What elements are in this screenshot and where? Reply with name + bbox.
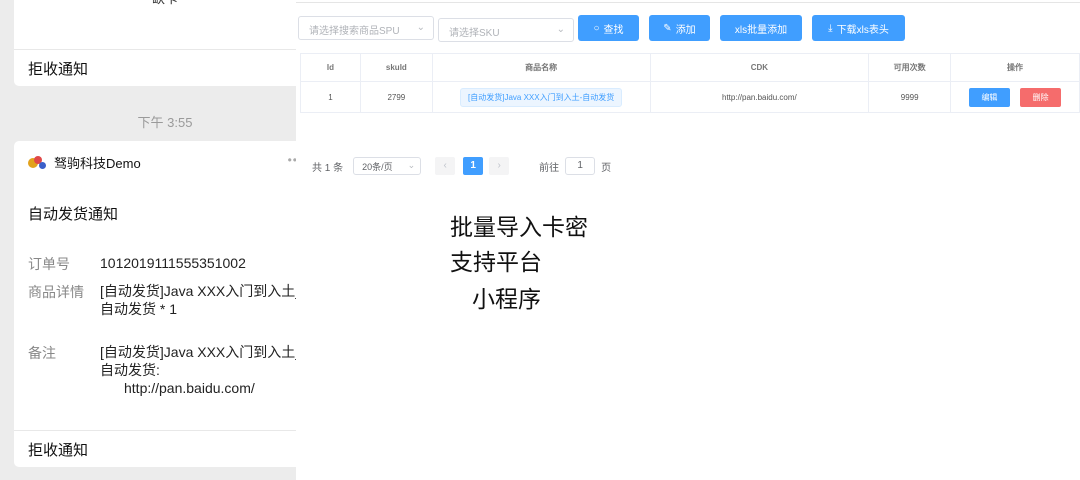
batch-add-button[interactable]: xls批量添加 <box>720 15 802 41</box>
prev-page-button[interactable]: ‹ <box>435 157 456 175</box>
cdk-admin-panel: 请选择搜索商品SPU ⌄ 请选择SKU ⌄ ○ 查找 ✎ 添加 xls批量添加 … <box>296 0 1080 480</box>
chevron-down-icon: ⌄ <box>407 160 416 170</box>
brand-logo-icon <box>28 155 48 170</box>
edit-icon: ✎ <box>663 22 672 34</box>
cell-id: 1 <box>300 81 361 113</box>
download-button-label: 下载xls表头 <box>836 24 889 36</box>
goto-page-input[interactable]: 1 <box>565 157 596 175</box>
divider <box>296 2 1080 3</box>
detail-label: 商品详情 <box>28 284 84 300</box>
previous-message-text: 缺卡 <box>14 0 316 7</box>
column-header-cdk: CDK <box>650 53 870 82</box>
note-value: [自动发货]Java XXX入门到入土_自动发货: http://pan.bai… <box>100 343 310 397</box>
brand-name: 驽驹科技Demo <box>54 156 141 171</box>
edit-button[interactable]: 编辑 <box>968 87 1010 107</box>
page-size-value: 20条/页 <box>362 162 393 172</box>
column-header-count: 可用次数 <box>868 53 952 82</box>
order-label: 订单号 <box>28 256 70 272</box>
pagination-total: 共 1 条 <box>312 162 344 174</box>
overlay-caption-line-3: 小程序 <box>472 286 541 312</box>
page-number-current[interactable]: 1 <box>463 157 484 175</box>
column-header-actions: 操作 <box>950 53 1080 82</box>
service-notice-card: 驽驹科技Demo •• 自动发货通知 订单号 10120191115553510… <box>14 141 316 467</box>
cell-count: 9999 <box>868 81 952 113</box>
notice-title: 自动发货通知 <box>28 206 119 223</box>
batch-add-button-label: xls批量添加 <box>734 24 788 36</box>
download-template-button[interactable]: ⤓ 下载xls表头 <box>812 15 905 41</box>
divider <box>14 430 316 431</box>
divider <box>14 49 316 50</box>
cdk-table: Id skuId 商品名称 CDK 可用次数 操作 1 2799 [自动发货]J… <box>300 53 1080 113</box>
overlay-caption-line-2: 支持平台 <box>450 249 542 275</box>
message-timestamp: 下午 3:55 <box>137 115 193 130</box>
card-header: 驽驹科技Demo <box>28 153 141 172</box>
page: 缺卡 拒收通知 下午 3:55 驽驹科技Demo •• 自动发货通知 订单号 1… <box>0 0 1080 480</box>
column-header-name: 商品名称 <box>432 53 651 82</box>
chevron-down-icon: ⌄ <box>416 22 425 33</box>
delete-button[interactable]: 删除 <box>1020 87 1062 107</box>
page-size-select[interactable]: 20条/页 ⌄ <box>353 157 422 175</box>
table-header-row: Id skuId 商品名称 CDK 可用次数 操作 <box>300 53 1080 82</box>
chat-panel: 缺卡 拒收通知 下午 3:55 驽驹科技Demo •• 自动发货通知 订单号 1… <box>0 0 330 480</box>
product-name-tag: [自动发货]Java XXX入门到入土-自动发货 <box>460 87 623 107</box>
add-button-label: 添加 <box>675 24 696 36</box>
previous-message-card: 缺卡 拒收通知 <box>14 0 316 86</box>
reject-notice-link[interactable]: 拒收通知 <box>28 58 88 79</box>
order-value: 1012019111555351002 <box>100 255 246 271</box>
note-line-1: [自动发货]Java XXX入门到入土_自动发货: <box>100 344 304 378</box>
search-button-label: 查找 <box>603 24 624 36</box>
overlay-caption-line-1: 批量导入卡密 <box>450 214 588 240</box>
cell-skuid: 2799 <box>360 81 433 113</box>
detail-value: [自动发货]Java XXX入门到入土_自动发货 * 1 <box>100 283 304 317</box>
page-suffix: 页 <box>601 162 612 174</box>
column-header-id: Id <box>300 53 361 82</box>
search-icon: ○ <box>593 22 600 34</box>
goto-label: 前往 <box>539 162 560 174</box>
sku-select-placeholder: 请选择SKU <box>449 28 500 39</box>
add-button[interactable]: ✎ 添加 <box>649 15 710 41</box>
table-row: 1 2799 [自动发货]Java XXX入门到入土-自动发货 http://p… <box>300 81 1080 113</box>
note-label: 备注 <box>28 345 56 361</box>
search-button[interactable]: ○ 查找 <box>578 15 639 41</box>
chevron-down-icon: ⌄ <box>556 24 565 35</box>
spu-select-placeholder: 请选择搜索商品SPU <box>309 26 400 37</box>
note-line-2: http://pan.baidu.com/ <box>124 380 255 396</box>
cell-actions: 编辑 删除 <box>950 81 1080 113</box>
spu-select[interactable]: 请选择搜索商品SPU ⌄ <box>298 16 434 40</box>
next-page-button[interactable]: › <box>489 157 510 175</box>
pagination: 共 1 条 20条/页 ⌄ ‹ 1 › 前往 1 页 <box>312 157 611 175</box>
cell-name: [自动发货]Java XXX入门到入土-自动发货 <box>432 81 651 113</box>
reject-notice-link[interactable]: 拒收通知 <box>28 439 88 460</box>
download-icon: ⤓ <box>828 22 833 34</box>
sku-select[interactable]: 请选择SKU ⌄ <box>438 18 574 42</box>
cell-cdk: http://pan.baidu.com/ <box>650 81 870 113</box>
column-header-skuid: skuId <box>360 53 433 82</box>
